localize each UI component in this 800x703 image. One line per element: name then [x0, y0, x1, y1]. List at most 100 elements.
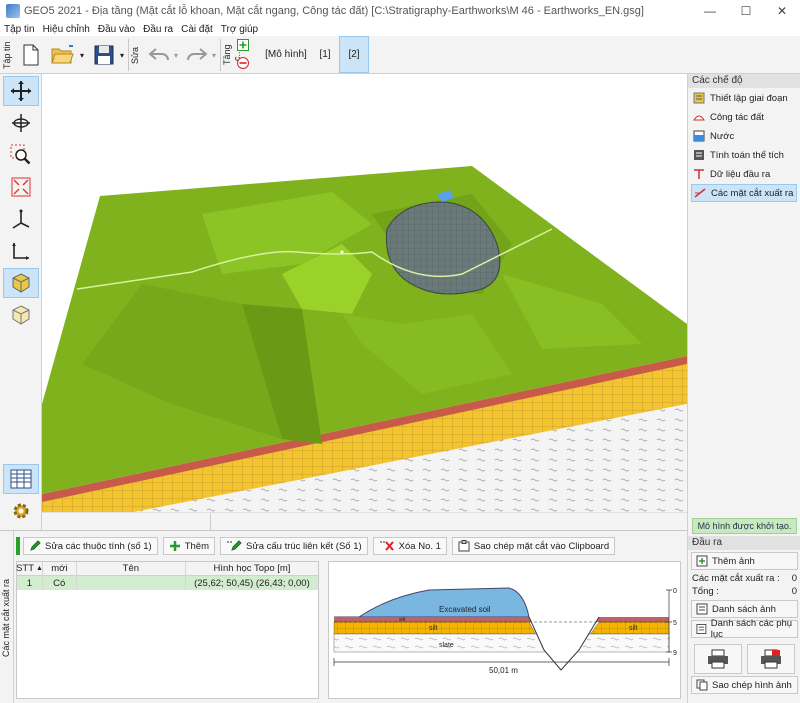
mode-stage-settings[interactable]: Thiết lập giai đoạn	[691, 89, 797, 107]
window-title: GEO5 2021 - Địa tầng (Mặt cắt lỗ khoan, …	[24, 5, 644, 17]
maximize-button[interactable]: ☐	[728, 0, 764, 22]
mode-water[interactable]: Nước	[691, 127, 797, 145]
left-toolbar	[0, 74, 42, 530]
tab-stage-2[interactable]: [2]	[339, 36, 369, 73]
output-sections-icon	[694, 188, 706, 198]
rotate-icon[interactable]	[3, 108, 39, 138]
tab-model[interactable]: [Mô hình]	[262, 36, 310, 73]
table-icon[interactable]	[3, 464, 39, 494]
col-new[interactable]: mới	[43, 562, 77, 575]
output-data-icon	[694, 169, 704, 179]
output-panel: Đầu ra Thêm ảnh Các mặt cắt xuất ra : 0 …	[688, 536, 800, 696]
edit-structure-button[interactable]: Sửa cấu trúc liên kết (Số 1)	[220, 537, 368, 555]
tab-stage-1[interactable]: [1]	[312, 36, 338, 73]
model-status-message: Mô hình được khởi tạo.	[692, 518, 797, 534]
add-label: Thêm	[184, 540, 209, 552]
total-row: Tổng : 0	[688, 585, 800, 598]
menu-file[interactable]: Tập tin	[4, 24, 35, 35]
settings-gear-icon[interactable]	[3, 496, 39, 526]
col-geometry[interactable]: Hình học Topo [m]	[186, 562, 318, 575]
save-dropdown-icon[interactable]: ▾	[118, 39, 126, 71]
plane-view-icon[interactable]	[3, 236, 39, 266]
mode-earthworks[interactable]: Công tác đất	[691, 108, 797, 126]
add-button[interactable]: Thêm	[162, 537, 215, 555]
save-icon[interactable]	[90, 39, 118, 71]
image-list-icon	[696, 603, 708, 615]
mode-output-data[interactable]: Dữ liệu đầu ra	[691, 165, 797, 183]
sections-count-row: Các mặt cắt xuất ra : 0	[688, 572, 800, 585]
copy-section-button[interactable]: Sao chép mặt cắt vào Clipboard	[451, 537, 616, 555]
edit-group-label: Sửa	[130, 46, 140, 64]
title-bar: GEO5 2021 - Địa tầng (Mặt cắt lỗ khoan, …	[0, 0, 800, 22]
redo-icon[interactable]	[184, 39, 210, 71]
wireframe-view-icon[interactable]	[3, 300, 39, 330]
open-dropdown-icon[interactable]: ▾	[78, 39, 86, 71]
terrain-3d-render	[42, 166, 687, 530]
menu-input[interactable]: Đầu vào	[98, 24, 135, 35]
add-image-icon	[696, 555, 708, 567]
section-width-label: 50,01 m	[489, 666, 518, 675]
viewport-scrollbar[interactable]	[42, 512, 687, 530]
menu-help[interactable]: Trợ giúp	[221, 24, 258, 35]
app-icon	[6, 4, 20, 18]
appendix-list-button[interactable]: Danh sách các phụ lục	[691, 618, 798, 640]
printer-icon	[707, 649, 728, 669]
mode-label: Thiết lập giai đoạn	[710, 92, 788, 104]
remove-stage-icon[interactable]	[236, 56, 250, 70]
cell-name	[77, 576, 186, 590]
right-panel: Các chế độ Thiết lập giai đoạn Công tác …	[687, 74, 800, 703]
minimize-button[interactable]: —	[692, 0, 728, 22]
earthworks-icon	[693, 115, 705, 121]
new-file-icon[interactable]	[18, 39, 44, 71]
cell-no: 1	[17, 576, 43, 590]
model-3d-viewport[interactable]	[42, 74, 687, 530]
cross-section-drawing: Excavated soil silt silt slate silt 50,0…	[333, 587, 677, 675]
total-value: 0	[791, 586, 797, 597]
printer-pdf-icon	[761, 649, 782, 669]
solid-view-icon[interactable]	[3, 268, 39, 298]
plus-icon	[169, 541, 180, 551]
zoom-window-icon[interactable]	[3, 140, 39, 170]
cell-new: Có	[43, 576, 77, 590]
edit-structure-label: Sửa cấu trúc liên kết (Số 1)	[246, 540, 362, 552]
modes-header: Các chế độ	[688, 74, 800, 88]
copy-image-button[interactable]: Sao chép hình ảnh	[691, 676, 798, 694]
print-button[interactable]	[693, 644, 742, 674]
edit-properties-button[interactable]: Sửa các thuộc tính (số 1)	[23, 537, 158, 555]
close-button[interactable]: ✕	[764, 0, 800, 22]
open-folder-icon[interactable]	[48, 39, 78, 71]
depth-tick-0: 0	[673, 588, 677, 595]
add-stage-icon[interactable]	[236, 38, 250, 52]
undo-dropdown-icon[interactable]: ▾	[172, 39, 180, 71]
col-name[interactable]: Tên	[77, 562, 186, 575]
move-icon[interactable]	[3, 76, 39, 106]
edit-structure-icon	[227, 540, 242, 551]
water-icon	[693, 130, 705, 142]
menu-settings[interactable]: Cài đặt	[181, 24, 213, 35]
mode-output-sections[interactable]: Các mặt cắt xuất ra	[691, 184, 797, 202]
toolbar: Tập tin ▾ ▾ Sửa ▾ ▾ Tầng c... [Mô hình] …	[0, 36, 800, 74]
layer-label-silt-right: silt	[629, 625, 638, 632]
zoom-extents-icon[interactable]	[3, 172, 39, 202]
axis-view-icon[interactable]	[3, 204, 39, 234]
volume-calc-icon	[694, 150, 704, 160]
redo-dropdown-icon[interactable]: ▾	[210, 39, 218, 71]
mode-label: Công tác đất	[710, 111, 764, 123]
copy-image-label: Sao chép hình ảnh	[712, 679, 792, 691]
delete-button[interactable]: Xóa No. 1	[372, 537, 447, 555]
add-image-button[interactable]: Thêm ảnh	[691, 552, 798, 570]
image-list-button[interactable]: Danh sách ảnh	[691, 600, 798, 618]
menu-output[interactable]: Đầu ra	[143, 24, 173, 35]
stage-settings-icon	[693, 92, 705, 104]
mode-volume-calc[interactable]: Tính toán thể tích	[691, 146, 797, 164]
pencil-icon	[30, 540, 41, 551]
depth-tick-9: 9	[673, 650, 677, 657]
undo-icon[interactable]	[146, 39, 172, 71]
col-no[interactable]: STT ▲	[16, 562, 43, 575]
print-pdf-button[interactable]	[747, 644, 796, 674]
layer-label-slate: slate	[439, 642, 454, 649]
appendix-list-label: Danh sách các phụ lục	[710, 618, 793, 640]
table-row[interactable]: 1 Có (25,62; 50,45) (26,43; 0,00)	[17, 576, 318, 590]
active-marker	[16, 537, 20, 555]
menu-edit[interactable]: Hiệu chỉnh	[43, 24, 90, 35]
